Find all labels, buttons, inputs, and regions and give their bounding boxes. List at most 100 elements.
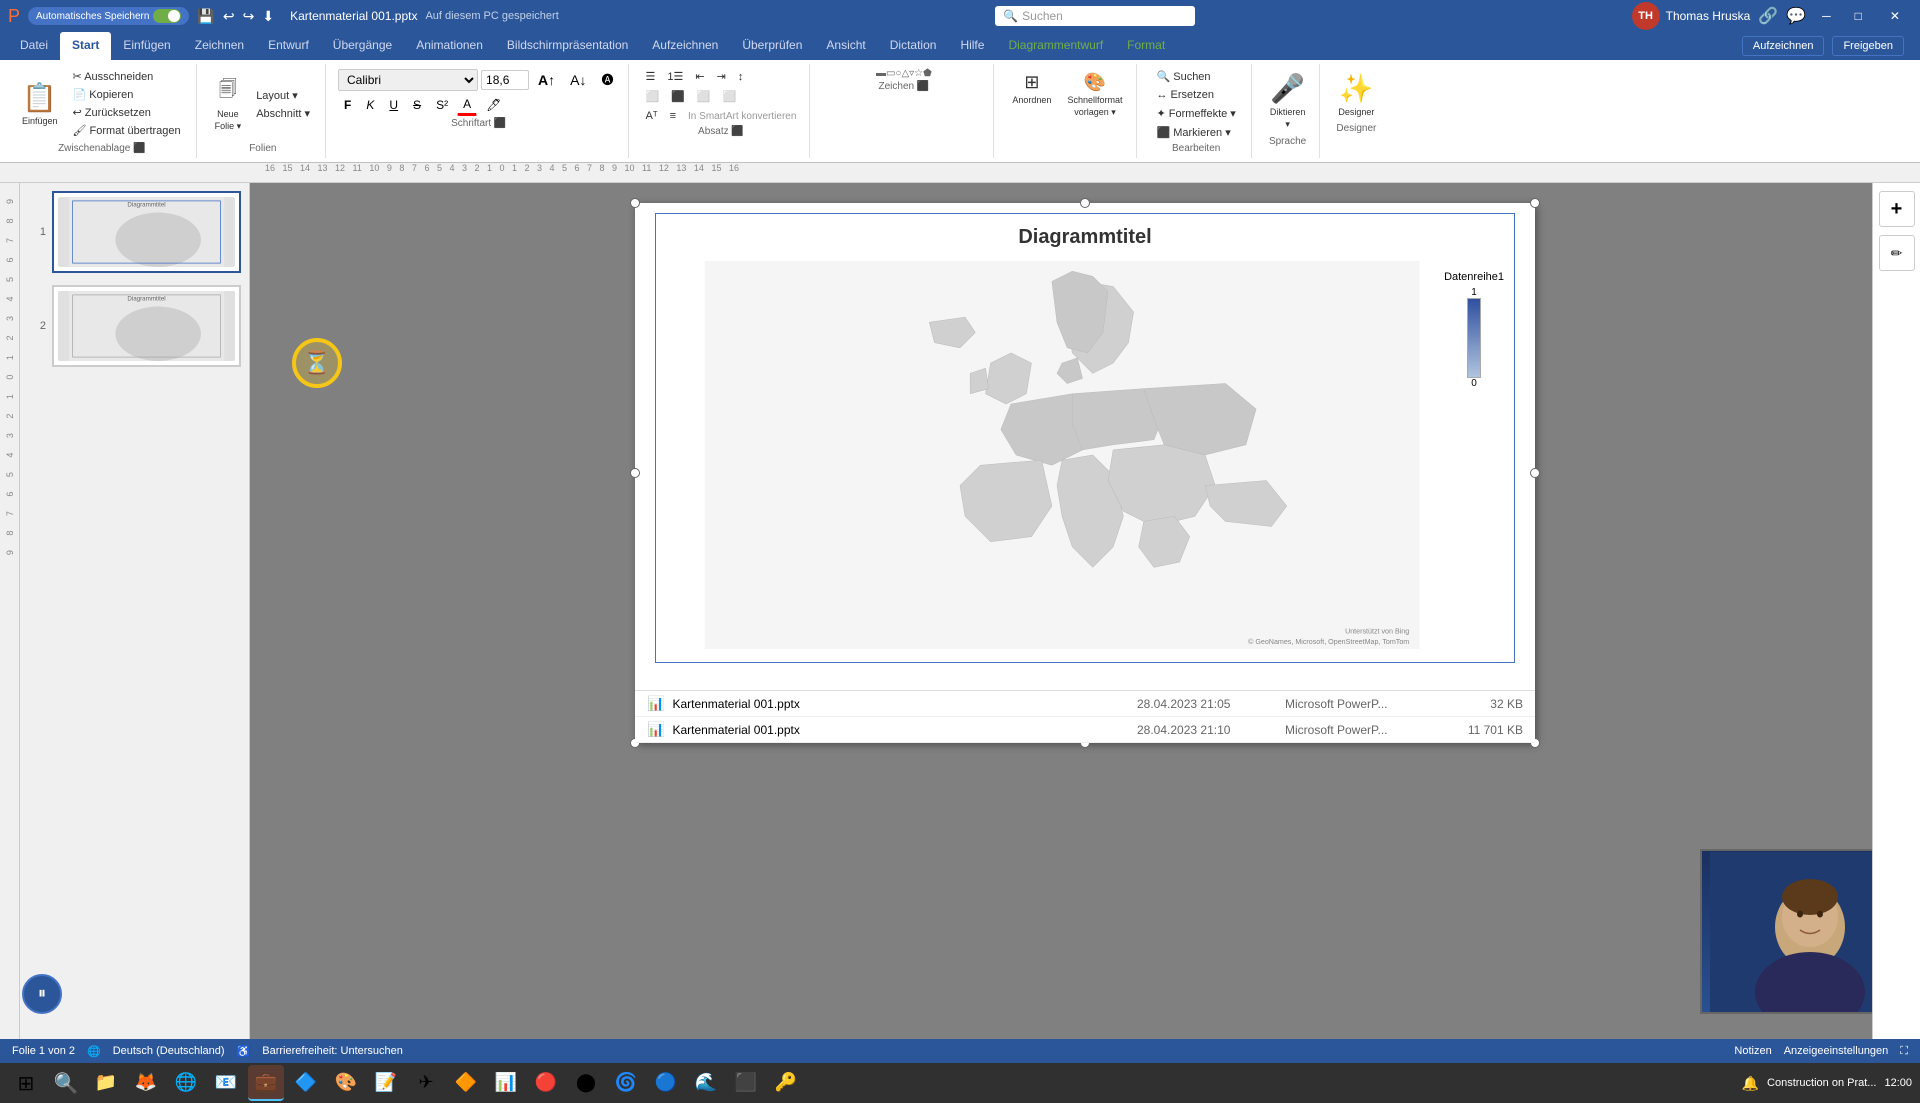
strikethrough-button[interactable]: S [407, 95, 427, 115]
autosave-toggle[interactable]: Automatisches Speichern [28, 7, 189, 25]
taskbar-chrome[interactable]: 🌐 [168, 1065, 204, 1101]
handle-top-left[interactable] [630, 198, 640, 208]
italic-button[interactable]: K [360, 95, 380, 115]
taskbar-app1[interactable]: 🔶 [448, 1065, 484, 1101]
taskbar-powerpoint[interactable]: 💼 [248, 1065, 284, 1101]
underline-button[interactable]: U [383, 95, 404, 115]
maximize-button[interactable]: □ [1847, 5, 1870, 27]
accessibility-label[interactable]: Barrierefreiheit: Untersuchen [262, 1045, 403, 1057]
tab-uebergaenge[interactable]: Übergänge [321, 32, 404, 60]
search-taskbar-button[interactable]: 🔍 [48, 1065, 84, 1101]
shadow-button[interactable]: S² [430, 95, 454, 115]
taskbar-app3[interactable]: 🔴 [528, 1065, 564, 1101]
font-size-input[interactable] [481, 70, 529, 90]
tab-start[interactable]: Start [60, 32, 111, 60]
tab-hilfe[interactable]: Hilfe [948, 32, 996, 60]
taskbar-app2[interactable]: 📊 [488, 1065, 524, 1101]
taskbar-teams[interactable]: 🔷 [288, 1065, 324, 1101]
tab-entwurf[interactable]: Entwurf [256, 32, 321, 60]
tab-animationen[interactable]: Animationen [404, 32, 495, 60]
tab-ueberpruefen[interactable]: Überprüfen [730, 32, 814, 60]
share-icon[interactable]: 🔗 [1758, 6, 1778, 26]
bullet-list-button[interactable]: ☰ [641, 68, 661, 85]
slide-thumb-1[interactable]: Diagrammtitel [52, 191, 241, 273]
taskbar-firefox[interactable]: 🦊 [128, 1065, 164, 1101]
align-right-button[interactable]: ⬜ [692, 88, 716, 105]
autosave-switch[interactable] [153, 9, 181, 23]
layout-button[interactable]: Layout ▾ [249, 87, 317, 104]
slide-canvas[interactable]: Diagrammtitel [635, 203, 1535, 743]
minimize-button[interactable]: ─ [1814, 5, 1839, 27]
decrease-font-button[interactable]: A↓ [564, 69, 592, 91]
notizen-button[interactable]: Notizen [1734, 1045, 1771, 1057]
redo-icon[interactable]: ↪ [243, 8, 255, 25]
more-icon[interactable]: ⬇ [262, 8, 274, 25]
tab-aufzeichnen[interactable]: Aufzeichnen [640, 32, 730, 60]
taskbar-app4[interactable]: ⬤ [568, 1065, 604, 1101]
align-center-button[interactable]: ⬛ [666, 88, 690, 105]
canvas-area[interactable]: ⏳ Diagrammtitel [250, 183, 1920, 1039]
taskbar-app8[interactable]: 🔑 [768, 1065, 804, 1101]
diktieren-button[interactable]: 🎤 Diktieren ▾ [1264, 68, 1312, 134]
taskbar-edge[interactable]: 🌊 [688, 1065, 724, 1101]
increase-indent-button[interactable]: ⇥ [712, 68, 731, 85]
smartart-button[interactable]: In SmartArt konvertieren [683, 108, 801, 124]
decrease-indent-button[interactable]: ⇤ [690, 68, 709, 85]
taskbar-app7[interactable]: ⬛ [728, 1065, 764, 1101]
ausschneiden-button[interactable]: ✂ Ausschneiden [66, 68, 188, 85]
design-button[interactable]: ✏ [1879, 235, 1915, 271]
comments-icon[interactable]: 💬 [1786, 6, 1806, 26]
file-row-2[interactable]: 📊 Kartenmaterial 001.pptx 28.04.2023 21:… [635, 717, 1535, 743]
align-left-button[interactable]: ⬜ [641, 88, 665, 105]
zuruecksetzen-button[interactable]: ↩ Zurücksetzen [66, 104, 188, 121]
highlight-button[interactable]: 🖊 [480, 95, 507, 115]
formeffekte-button[interactable]: ✦ Formeffekte ▾ [1149, 105, 1242, 122]
handle-top-right[interactable] [1530, 198, 1540, 208]
tab-format[interactable]: Format [1115, 32, 1177, 60]
tab-einfuegen[interactable]: Einfügen [111, 32, 182, 60]
notification-icon[interactable]: 🔔 [1742, 1075, 1759, 1092]
taskbar-onenote[interactable]: 📝 [368, 1065, 404, 1101]
taskbar-telegram[interactable]: ✈ [408, 1065, 444, 1101]
taskbar-app6[interactable]: 🔵 [648, 1065, 684, 1101]
taskbar-explorer[interactable]: 📁 [88, 1065, 124, 1101]
start-button[interactable]: ⊞ [8, 1065, 44, 1101]
einfuegen-button[interactable]: 📋 Einfügen [16, 77, 64, 130]
text-direction-button[interactable]: Aᵀ [641, 108, 663, 124]
font-color-button[interactable]: A [457, 94, 477, 116]
clear-format-button[interactable]: 🅐 [595, 68, 619, 91]
line-spacing-button[interactable]: ↕ [733, 68, 749, 85]
taskbar-app5[interactable]: 🌀 [608, 1065, 644, 1101]
tab-diagrammentwurf[interactable]: Diagrammentwurf [996, 32, 1115, 60]
chart-area[interactable]: Diagrammtitel [655, 213, 1515, 663]
tab-ansicht[interactable]: Ansicht [814, 32, 877, 60]
save-icon[interactable]: 💾 [197, 8, 214, 25]
search-box[interactable]: 🔍 Suchen [995, 6, 1195, 26]
fullscreen-button[interactable]: ⛶ [1900, 1045, 1908, 1058]
tab-dictation[interactable]: Dictation [878, 32, 949, 60]
format-uebertragen-button[interactable]: 🖌 Format übertragen [66, 122, 188, 139]
align-justify-button[interactable]: ⬜ [718, 88, 742, 105]
font-family-select[interactable]: Calibri [338, 69, 478, 91]
anzeigeeinstellungen-button[interactable]: Anzeigeeinstellungen [1784, 1045, 1889, 1057]
handle-middle-left[interactable] [630, 468, 640, 478]
tab-zeichnen[interactable]: Zeichnen [183, 32, 256, 60]
undo-icon[interactable]: ↩ [223, 8, 235, 25]
tab-datei[interactable]: Datei [8, 32, 60, 60]
file-row-1[interactable]: 📊 Kartenmaterial 001.pptx 28.04.2023 21:… [635, 691, 1535, 717]
ersetzen-button[interactable]: ↔ Ersetzen [1149, 87, 1242, 103]
text-align-button[interactable]: ≡ [665, 108, 681, 124]
taskbar-paint[interactable]: 🎨 [328, 1065, 364, 1101]
numbered-list-button[interactable]: 1☰ [662, 68, 688, 85]
handle-top-center[interactable] [1080, 198, 1090, 208]
slide-thumb-2[interactable]: Diagrammtitel [52, 285, 241, 367]
close-button[interactable]: ✕ [1878, 5, 1912, 27]
anordnen-button[interactable]: ⊞ Anordnen [1006, 68, 1057, 122]
freigeben-button[interactable]: Freigeben [1832, 36, 1904, 56]
markieren-button[interactable]: ⬛ Markieren ▾ [1149, 124, 1242, 141]
designer-button[interactable]: ✨ Designer [1332, 68, 1380, 121]
add-element-button[interactable]: + [1879, 191, 1915, 227]
abschnitt-button[interactable]: Abschnitt ▾ [249, 105, 317, 122]
suchen-button[interactable]: 🔍 Suchen [1149, 68, 1242, 85]
schnellformat-button[interactable]: 🎨 Schnellformat vorlagen ▾ [1061, 68, 1128, 122]
